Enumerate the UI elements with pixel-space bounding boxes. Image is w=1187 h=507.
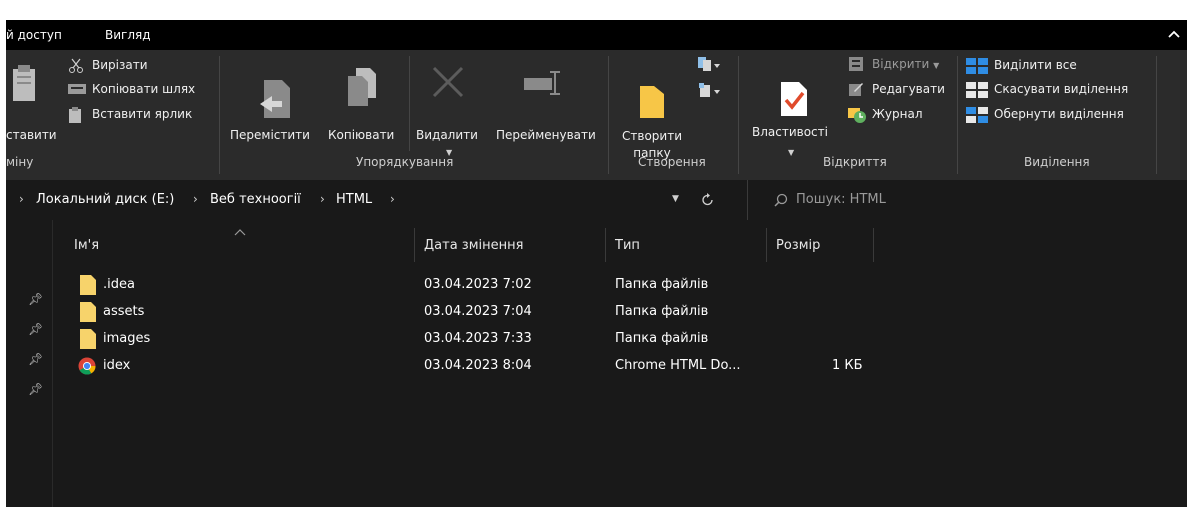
group-separator: [1156, 56, 1157, 174]
open-dropdown-icon: ▼: [933, 61, 940, 70]
address-history-dropdown-icon[interactable]: ▼: [672, 194, 679, 204]
breadcrumb-drive[interactable]: Локальний диск (E:): [36, 192, 174, 207]
move-to-button[interactable]: Перемістити: [230, 128, 310, 142]
invert-selection-button[interactable]: Обернути виділення: [994, 107, 1124, 121]
file-type: Папка файлів: [615, 277, 709, 292]
select-group-label: Виділення: [1024, 155, 1090, 169]
properties-button[interactable]: Властивості: [752, 125, 828, 139]
navigation-pane: 📌︎ 📌︎ 📌︎ 📌︎: [6, 220, 53, 507]
file-name: idex: [103, 358, 131, 373]
breadcrumb-folder[interactable]: Веб техноогії: [210, 192, 301, 207]
group-separator: [957, 56, 958, 174]
column-separator[interactable]: [605, 228, 606, 262]
file-type: Папка файлів: [615, 304, 709, 319]
new-folder-icon: [640, 86, 664, 118]
history-button[interactable]: Журнал: [872, 107, 923, 121]
delete-button[interactable]: Видалити: [416, 128, 478, 142]
clipboard-group-label: міну: [6, 155, 34, 169]
tab-share[interactable]: й доступ: [6, 20, 62, 50]
new-item-icon[interactable]: [698, 56, 720, 72]
open-icon: [849, 57, 863, 71]
edit-button[interactable]: Редагувати: [872, 82, 945, 96]
copy-path-icon: [68, 84, 86, 94]
file-type: Папка файлів: [615, 331, 709, 346]
organize-group-label: Упорядкування: [356, 155, 454, 169]
pin-icon[interactable]: 📌︎: [28, 382, 43, 396]
paste-shortcut-button[interactable]: Вставити ярлик: [92, 107, 192, 121]
file-name: images: [103, 331, 151, 346]
folder-icon: [80, 329, 96, 349]
column-separator[interactable]: [873, 228, 874, 262]
copy-to-button[interactable]: Копіювати: [328, 128, 394, 142]
copy-path-button[interactable]: Копіювати шлях: [92, 82, 195, 96]
new-group-label: Створення: [638, 155, 706, 169]
open-label: Відкрити: [872, 57, 930, 71]
new-folder-line1: Створити: [622, 129, 682, 143]
breadcrumb-chevron-icon[interactable]: ›: [19, 192, 24, 206]
open-group-label: Відкриття: [823, 155, 887, 169]
file-type: Chrome HTML Do...: [615, 358, 741, 373]
cut-button[interactable]: Вирізати: [92, 58, 148, 72]
pin-icon[interactable]: 📌︎: [28, 292, 43, 306]
pin-icon[interactable]: 📌︎: [28, 352, 43, 366]
rename-icon: [524, 71, 560, 95]
ribbon: ставити Вирізати Копіювати шлях Вставити…: [6, 50, 1187, 196]
breadcrumb-chevron-icon[interactable]: ›: [320, 192, 325, 206]
scissors-icon: [69, 58, 83, 73]
breadcrumb-chevron-icon[interactable]: ›: [193, 192, 198, 206]
search-input[interactable]: Пошук: HTML: [796, 192, 886, 207]
breadcrumb-chevron-icon[interactable]: ›: [390, 192, 395, 206]
search-box[interactable]: Пошук: HTML: [747, 180, 1187, 220]
sort-ascending-icon: [234, 229, 246, 236]
ribbon-tab-bar: й доступ Вигляд: [6, 20, 1187, 50]
select-none-button[interactable]: Скасувати виділення: [994, 82, 1128, 96]
file-date: 03.04.2023 8:04: [424, 358, 532, 373]
group-separator: [608, 56, 609, 174]
column-separator[interactable]: [766, 228, 767, 262]
open-button[interactable]: Відкрити ▼: [872, 57, 939, 71]
paste-button[interactable]: ставити: [6, 128, 57, 142]
copy-to-icon: [348, 68, 376, 106]
folder-icon: [80, 275, 96, 295]
refresh-icon[interactable]: [701, 193, 715, 207]
group-separator: [738, 56, 739, 174]
pin-icon[interactable]: 📌︎: [28, 322, 43, 336]
edit-icon: [849, 83, 863, 96]
history-icon: [848, 108, 866, 123]
address-row: › Локальний диск (E:) › Веб техноогії › …: [6, 180, 1187, 220]
group-separator: [409, 56, 410, 151]
properties-dropdown-icon[interactable]: ▼: [788, 148, 794, 157]
column-separator[interactable]: [414, 228, 415, 262]
file-date: 03.04.2023 7:33: [424, 331, 532, 346]
easy-access-icon[interactable]: [698, 82, 720, 98]
paste-icon: [13, 65, 35, 101]
select-none-icon: [966, 82, 988, 98]
select-all-icon: [966, 58, 988, 74]
file-date: 03.04.2023 7:04: [424, 304, 532, 319]
chrome-icon: [78, 357, 96, 375]
file-date: 03.04.2023 7:02: [424, 277, 532, 292]
folder-icon: [80, 302, 96, 322]
select-all-button[interactable]: Виділити все: [994, 58, 1077, 72]
move-to-icon: [260, 80, 290, 118]
search-icon: [774, 193, 788, 207]
column-header-type[interactable]: Тип: [615, 238, 640, 253]
tab-view[interactable]: Вигляд: [105, 20, 151, 50]
group-separator: [219, 56, 220, 174]
properties-icon: [781, 82, 807, 116]
file-explorer-window: й доступ Вигляд ставити Вирізати Копіюва…: [6, 20, 1187, 507]
address-bar[interactable]: › Локальний диск (E:) › Веб техноогії › …: [6, 180, 743, 220]
column-header-size[interactable]: Розмір: [776, 238, 820, 253]
rename-button[interactable]: Перейменувати: [496, 128, 596, 142]
column-header-date[interactable]: Дата змінення: [424, 238, 523, 253]
collapse-ribbon-icon[interactable]: [1167, 28, 1181, 42]
paste-shortcut-icon: [69, 107, 81, 123]
delete-icon: [432, 66, 464, 98]
file-name: assets: [103, 304, 145, 319]
invert-selection-icon: [966, 107, 988, 123]
breadcrumb-current[interactable]: HTML: [336, 192, 372, 207]
file-name: .idea: [103, 277, 135, 292]
file-size: 1 КБ: [832, 358, 863, 373]
column-header-name[interactable]: Ім'я: [74, 238, 99, 253]
